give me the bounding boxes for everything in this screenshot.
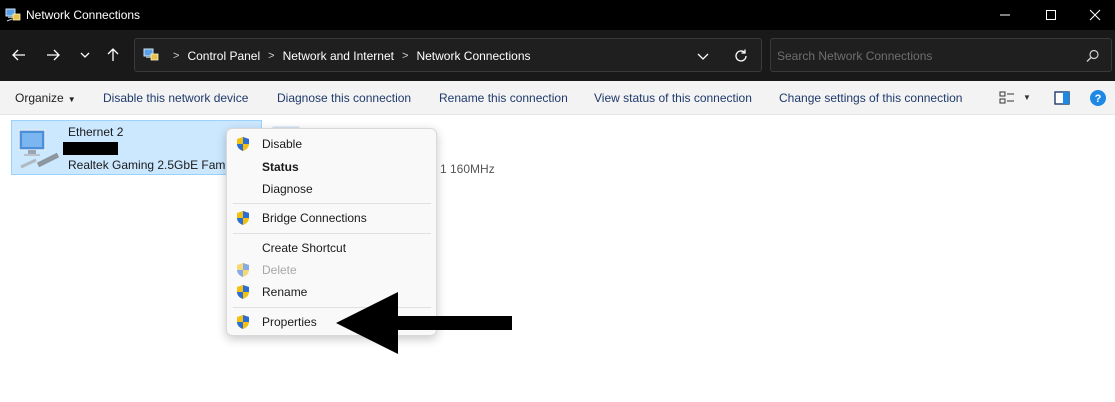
chevron-down-icon[interactable] <box>695 48 711 64</box>
menu-item-label: Create Shortcut <box>262 241 347 255</box>
search-input[interactable] <box>777 47 1077 65</box>
organize-label: Organize <box>15 91 64 105</box>
caret-down-icon: ▼ <box>67 95 76 104</box>
network-connections-icon <box>143 48 159 61</box>
menu-item-label: Delete <box>262 263 297 277</box>
breadcrumb-separator: > <box>173 50 180 62</box>
menu-separator <box>233 203 431 204</box>
connection-item-ethernet-2[interactable]: Ethernet 2 Realtek Gaming 2.5GbE Famil <box>11 120 262 175</box>
menu-item-create-shortcut[interactable]: Create Shortcut <box>227 237 436 259</box>
minimize-icon <box>1000 14 1010 16</box>
menu-item-label: Status <box>262 160 299 174</box>
maximize-button[interactable] <box>1028 0 1074 30</box>
title-bar: Network Connections <box>0 0 1115 30</box>
menu-item-label: Bridge Connections <box>262 211 367 225</box>
diagnose-connection-button[interactable]: Diagnose this connection <box>277 91 411 105</box>
network-connections-icon <box>5 8 21 22</box>
menu-item-diagnose[interactable]: Diagnose <box>227 178 436 200</box>
search-box[interactable] <box>770 38 1112 72</box>
arrow-left-icon <box>12 49 25 61</box>
uac-shield-icon <box>237 315 249 329</box>
menu-item-label: Rename <box>262 285 308 299</box>
refresh-icon[interactable] <box>733 48 749 64</box>
back-button[interactable] <box>9 45 29 65</box>
maximize-icon <box>1046 10 1056 20</box>
breadcrumb-separator: > <box>402 50 409 62</box>
forward-button[interactable] <box>43 45 63 65</box>
organize-button[interactable]: Organize ▼ <box>15 91 76 105</box>
help-icon[interactable]: ? <box>1089 89 1107 107</box>
menu-item-status[interactable]: Status <box>227 156 436 178</box>
annotation-arrow-icon <box>336 292 512 354</box>
breadcrumb-network-and-internet[interactable]: Network and Internet <box>283 49 394 63</box>
menu-item-delete: Delete <box>227 259 436 281</box>
preview-pane-icon[interactable] <box>1053 89 1071 107</box>
menu-item-label: Properties <box>262 315 317 329</box>
network-adapter-icon <box>18 129 60 169</box>
breadcrumb-network-connections[interactable]: Network Connections <box>416 49 530 63</box>
connection-name: Ethernet 2 <box>68 125 124 139</box>
change-view-icon[interactable] <box>998 89 1016 107</box>
menu-item-label: Disable <box>262 137 303 151</box>
breadcrumb-control-panel[interactable]: Control Panel <box>187 49 260 63</box>
uac-shield-icon <box>237 137 249 151</box>
menu-item-bridge-connections[interactable]: Bridge Connections <box>227 207 436 229</box>
uac-shield-icon <box>237 211 249 225</box>
connection-device: Realtek Gaming 2.5GbE Famil <box>68 158 231 172</box>
up-button[interactable] <box>103 45 123 65</box>
close-button[interactable] <box>1072 0 1115 30</box>
command-bar: Organize ▼ Disable this network device Di… <box>0 81 1115 115</box>
window-title: Network Connections <box>26 8 141 22</box>
arrow-right-icon <box>47 49 60 61</box>
menu-separator <box>233 233 431 234</box>
minimize-button[interactable] <box>982 0 1028 30</box>
chevron-down-icon <box>80 52 90 58</box>
menu-item-label: Diagnose <box>262 182 313 196</box>
view-status-button[interactable]: View status of this connection <box>594 91 752 105</box>
search-icon[interactable] <box>1085 48 1101 64</box>
change-settings-button[interactable]: Change settings of this connection <box>779 91 962 105</box>
navigation-bar: > Control Panel > Network and Internet >… <box>0 30 1115 81</box>
menu-item-disable[interactable]: Disable <box>227 133 436 155</box>
rename-connection-button[interactable]: Rename this connection <box>439 91 568 105</box>
address-bar[interactable]: > Control Panel > Network and Internet >… <box>134 38 762 72</box>
svg-text:?: ? <box>1095 93 1102 105</box>
view-options-caret-icon[interactable]: ▼ <box>1023 93 1031 102</box>
connection-device: 1 160MHz <box>440 162 495 176</box>
arrow-up-icon <box>107 48 119 61</box>
breadcrumb-separator: > <box>268 50 275 62</box>
close-icon <box>1089 9 1101 21</box>
recent-locations-button[interactable] <box>75 45 95 65</box>
connections-list: Ethernet 2 Realtek Gaming 2.5GbE Famil 1… <box>0 115 1115 402</box>
redacted-status <box>63 142 118 155</box>
disable-device-button[interactable]: Disable this network device <box>103 91 248 105</box>
uac-shield-icon <box>237 263 249 277</box>
breadcrumb: > Control Panel > Network and Internet >… <box>165 49 531 63</box>
uac-shield-icon <box>237 285 249 299</box>
